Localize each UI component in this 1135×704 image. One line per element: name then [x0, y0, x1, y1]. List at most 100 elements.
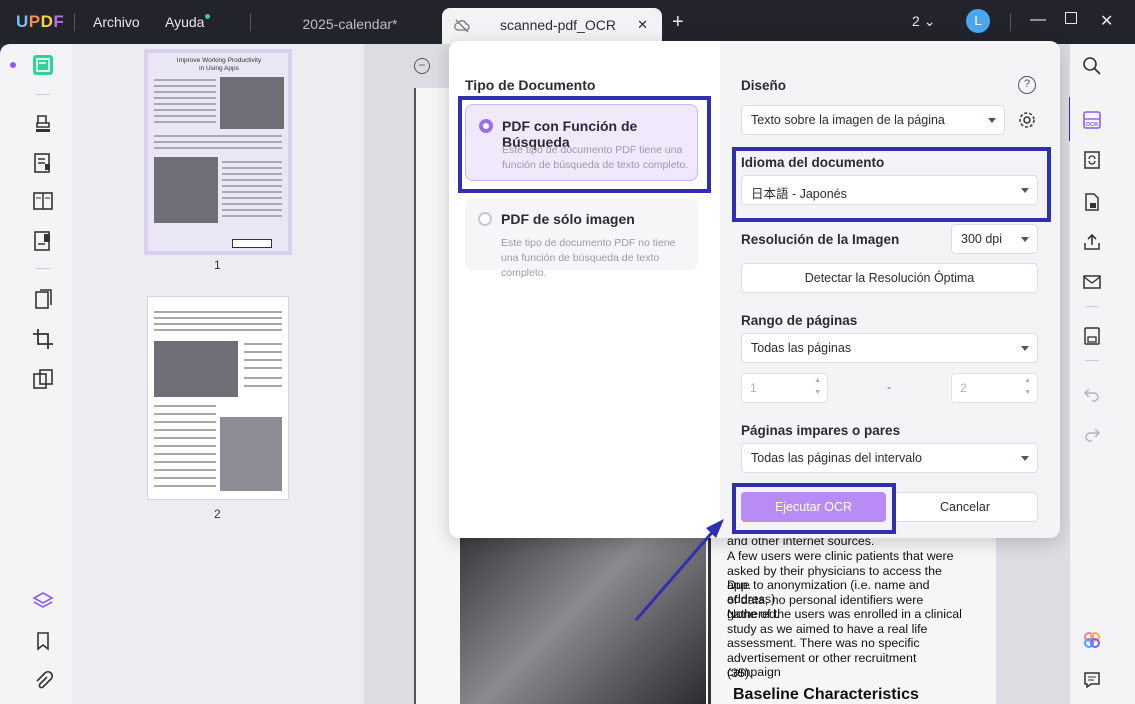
doc-text-line: assessment. There was no specific	[727, 636, 920, 650]
edit-pdf-icon[interactable]	[32, 152, 54, 174]
divider	[74, 13, 75, 31]
chevron-down-icon	[1021, 237, 1029, 242]
resolution-label: Resolución de la Imagen	[741, 232, 900, 247]
left-toolbar	[0, 44, 72, 704]
resolution-select[interactable]: 300 dpi	[951, 224, 1038, 254]
avatar[interactable]: L	[966, 9, 990, 33]
document-type-title: Tipo de Documento	[465, 77, 596, 93]
page-thumbnail-1[interactable]: Improve Working Productivity in Using App…	[144, 49, 292, 255]
tab-label: 2025-calendar*	[302, 16, 398, 32]
range-from-input[interactable]: 1 ▲ ▼	[741, 373, 828, 403]
highlighter-icon[interactable]	[32, 112, 54, 134]
option-image-only-pdf[interactable]: PDF de sólo imagen Este tipo de document…	[465, 198, 698, 279]
highlight-box-run-ocr	[732, 483, 896, 534]
highlight-box-language	[732, 147, 1051, 222]
divider	[36, 268, 50, 269]
doc-text-line: (35).	[727, 666, 753, 680]
window-count-dropdown[interactable]: 2 ⌄	[912, 13, 935, 30]
crop-icon[interactable]	[32, 328, 54, 350]
highlight-box-searchable	[458, 96, 711, 193]
ai-assistant-icon[interactable]	[1082, 630, 1102, 650]
maximize-button[interactable]	[1065, 12, 1077, 24]
option-label: PDF de sólo imagen	[501, 211, 635, 227]
cancel-button[interactable]: Cancelar	[892, 492, 1038, 522]
range-to-input[interactable]: 2 ▲ ▼	[951, 373, 1038, 403]
layers-icon[interactable]	[32, 590, 54, 612]
chevron-down-icon	[1021, 346, 1029, 351]
reader-icon[interactable]	[32, 54, 54, 76]
divider	[1010, 13, 1011, 31]
divider	[1085, 360, 1099, 361]
fill-sign-icon[interactable]	[32, 230, 54, 252]
svg-text:OCR: OCR	[1086, 122, 1098, 128]
page-number-1: 1	[214, 258, 221, 272]
help-icon[interactable]: ?	[1018, 76, 1036, 94]
radio-image-only-pdf[interactable]	[478, 212, 492, 226]
title-bar: UPDF Archivo Ayuda 2025-calendar* scanne…	[0, 0, 1135, 44]
convert-icon[interactable]	[1082, 150, 1102, 170]
odd-even-value: Todas las páginas del intervalo	[751, 451, 922, 465]
range-to-value: 2	[960, 381, 967, 395]
column-divider	[708, 538, 711, 704]
divider	[250, 13, 251, 31]
chevron-down-icon	[988, 118, 996, 123]
layout-select[interactable]: Texto sobre la imagen de la página	[741, 105, 1005, 135]
protect-icon[interactable]	[1082, 192, 1102, 212]
odd-even-select[interactable]: Todas las páginas del intervalo	[741, 443, 1038, 473]
window-count: 2	[912, 13, 920, 29]
search-icon[interactable]	[1082, 56, 1102, 76]
divider	[36, 94, 50, 95]
gear-icon[interactable]	[1017, 110, 1037, 130]
range-dash: -	[887, 380, 891, 394]
new-tab-button[interactable]: +	[672, 11, 684, 34]
page-thumbnail-2[interactable]	[147, 296, 289, 500]
share-icon[interactable]	[1082, 232, 1102, 252]
page-range-label: Rango de páginas	[741, 313, 858, 328]
minimize-button[interactable]: —	[1030, 11, 1046, 29]
save-icon[interactable]	[1082, 326, 1102, 346]
spin-down-icon[interactable]: ▼	[814, 389, 821, 396]
tab-label: scanned-pdf_OCR	[500, 17, 616, 33]
thumbnail-title-line2: in Using Apps	[199, 65, 239, 72]
page-range-select[interactable]: Todas las páginas	[741, 333, 1038, 363]
document-photo	[460, 538, 706, 704]
odd-even-label: Páginas impares o pares	[741, 423, 901, 438]
doc-text-line: None of the users was enrolled in a clin…	[727, 607, 962, 621]
doc-heading: Baseline Characteristics	[733, 686, 919, 703]
close-window-button[interactable]: ✕	[1100, 11, 1113, 31]
zoom-out-icon[interactable]: −	[414, 58, 430, 74]
pages-icon[interactable]	[32, 288, 54, 310]
menu-file[interactable]: Archivo	[93, 14, 140, 30]
detect-resolution-button[interactable]: Detectar la Resolución Óptima	[741, 263, 1038, 293]
chevron-down-icon	[1021, 456, 1029, 461]
tab-scanned-pdf-ocr[interactable]: scanned-pdf_OCR ✕	[442, 8, 662, 44]
menu-help[interactable]: Ayuda	[165, 14, 211, 30]
undo-icon[interactable]	[1082, 384, 1102, 404]
indicator-dot	[10, 62, 16, 68]
compare-icon[interactable]	[32, 368, 54, 390]
cloud-off-icon	[454, 19, 470, 33]
option-description: Este tipo de documento PDF no tiene una …	[501, 237, 676, 279]
thumbnail-title: Improve Working Productivity in Using App…	[158, 57, 280, 73]
tab-2025-calendar[interactable]: 2025-calendar*	[260, 8, 440, 44]
right-toolbar: OCR	[1070, 44, 1135, 704]
layout-value: Texto sobre la imagen de la página	[751, 113, 945, 127]
spin-down-icon[interactable]: ▼	[1024, 389, 1031, 396]
spin-up-icon[interactable]: ▲	[1024, 377, 1031, 384]
close-tab-icon[interactable]: ✕	[637, 17, 648, 33]
doc-text-line: study as we aimed to have a real life	[727, 622, 928, 636]
notification-dot	[205, 14, 211, 19]
resolution-value: 300 dpi	[961, 232, 1003, 246]
organize-pages-icon[interactable]	[32, 190, 54, 212]
updf-logo: UPDF	[16, 12, 65, 31]
comment-icon[interactable]	[1082, 670, 1102, 690]
spin-up-icon[interactable]: ▲	[814, 377, 821, 384]
bookmark-icon[interactable]	[32, 630, 54, 652]
redo-icon[interactable]	[1082, 424, 1102, 444]
mail-icon[interactable]	[1082, 272, 1102, 292]
menu-help-label: Ayuda	[165, 14, 205, 30]
attachment-icon[interactable]	[32, 670, 54, 692]
thumbnail-title-line1: Improve Working Productivity	[176, 57, 262, 64]
layout-label: Diseño	[741, 78, 787, 93]
ocr-icon[interactable]: OCR	[1082, 110, 1102, 130]
